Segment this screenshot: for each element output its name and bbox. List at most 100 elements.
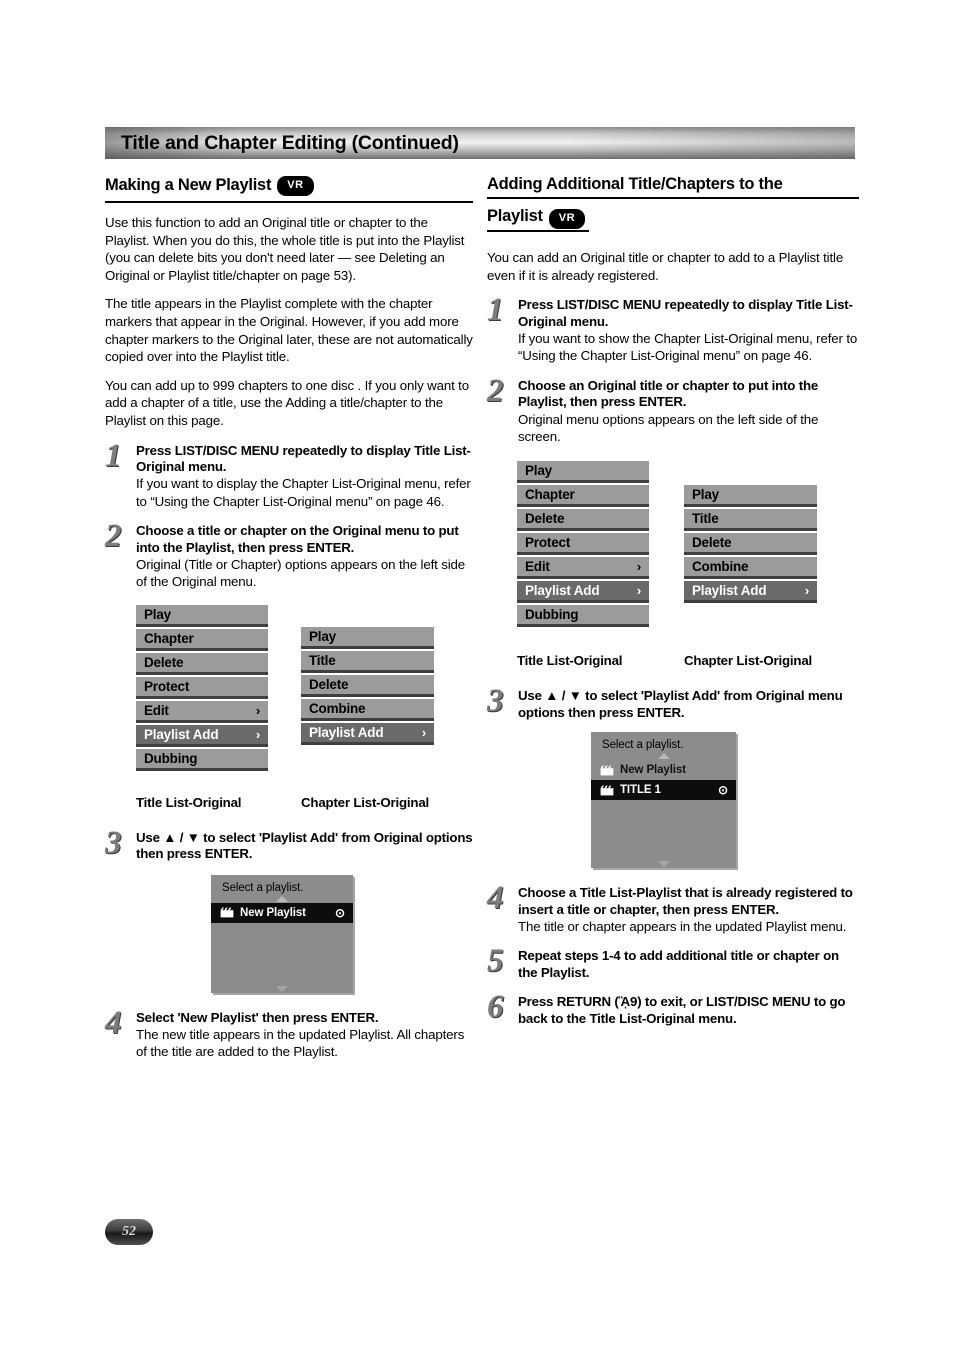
- step-number: 2: [105, 518, 122, 555]
- step-number: 6: [487, 989, 504, 1026]
- right-heading-line-2: Playlist: [487, 207, 543, 225]
- left-step-3: 3 Use ▲ / ▼ to select 'Playlist Add' fro…: [105, 824, 473, 863]
- right-intro-paragraph: You can add an Original title or chapter…: [487, 250, 844, 283]
- menu-item-play[interactable]: Play: [517, 461, 649, 484]
- vr-badge: VR: [277, 176, 314, 196]
- menu-item-playlist-add[interactable]: Playlist Add ›: [136, 724, 268, 747]
- left-heading-text: Making a New Playlist: [105, 176, 272, 194]
- menu-item-title[interactable]: Title: [301, 650, 434, 673]
- step-number: 5: [487, 943, 504, 980]
- menu-item-delete[interactable]: Delete: [301, 674, 434, 697]
- scroll-up-arrow-icon[interactable]: [657, 753, 670, 760]
- page-title: Title and Chapter Editing (Continued): [121, 131, 459, 154]
- step-number: 3: [487, 683, 504, 720]
- menu-item-protect[interactable]: Protect: [517, 533, 649, 556]
- right-chapter-list-original-menu[interactable]: Play Title Delete Combine Playlist Add ›: [684, 485, 817, 605]
- menu-item-label: Title: [309, 652, 336, 668]
- menu-item-label: Delete: [692, 535, 732, 551]
- menu-item-combine[interactable]: Combine: [301, 698, 434, 721]
- menu-item-chapter[interactable]: Chapter: [517, 485, 649, 508]
- scroll-down-arrow-icon[interactable]: [276, 985, 288, 992]
- right-step-5: 5 Repeat steps 1-4 to add additional tit…: [487, 943, 859, 981]
- playlist-row-new-playlist[interactable]: New Playlist ⊙: [211, 902, 353, 923]
- vr-badge: VR: [548, 209, 586, 229]
- menu-item-label: Dubbing: [144, 750, 198, 766]
- menu-item-delete[interactable]: Delete: [136, 652, 268, 675]
- left-title-menu-caption: Title List-Original: [136, 794, 242, 810]
- menu-item-dubbing[interactable]: Dubbing: [136, 748, 268, 771]
- menu-item-label: Combine: [692, 559, 749, 575]
- manual-page: Title and Chapter Editing (Continued) Ma…: [0, 0, 954, 1351]
- right-column: Adding Additional Title/Chapters to the …: [487, 172, 859, 1027]
- step-heading: Use ▲ / ▼ to select 'Playlist Add' from …: [518, 688, 843, 720]
- step-number: 3: [105, 824, 122, 861]
- submenu-arrow-icon: ›: [255, 702, 260, 718]
- menu-item-delete[interactable]: Delete: [517, 509, 649, 532]
- playlist-row-new-playlist[interactable]: New Playlist: [591, 760, 736, 780]
- step-number: 4: [487, 880, 504, 917]
- select-playlist-dialog[interactable]: Select a playlist. New Playlist TITLE 1 …: [591, 732, 736, 869]
- left-title-list-original-menu[interactable]: Play Chapter Delete Protect Edit › Playl…: [136, 604, 268, 773]
- left-chapter-list-original-menu[interactable]: Play Title Delete Combine Playlist Add ›: [301, 626, 434, 747]
- menu-item-playlist-add[interactable]: Playlist Add ›: [301, 722, 434, 745]
- page-banner: Title and Chapter Editing (Continued): [105, 127, 855, 159]
- step-detail: If you want to display the Chapter List-…: [136, 476, 471, 509]
- right-step-4: 4 Choose a Title List-Playlist that is a…: [487, 880, 859, 935]
- submenu-arrow-icon: ›: [636, 583, 641, 599]
- left-intro-paragraph-2: The title appears in the Playlist comple…: [105, 296, 473, 365]
- step-heading: Choose a Title List-Playlist that is alr…: [518, 885, 853, 917]
- menu-item-label: Protect: [144, 678, 190, 694]
- dialog-empty-area: [591, 800, 736, 859]
- menu-item-label: Edit: [525, 559, 550, 575]
- menu-item-combine[interactable]: Combine: [684, 557, 817, 580]
- scroll-up-arrow-icon[interactable]: [276, 895, 288, 902]
- dialog-title: Select a playlist.: [222, 881, 304, 894]
- menu-item-edit[interactable]: Edit ›: [136, 700, 268, 723]
- step-heading: Press RETURN (ᾋ9) to exit, or LIST/DISC …: [518, 994, 846, 1026]
- menu-item-label: Title: [692, 511, 719, 527]
- menu-item-label: Play: [309, 628, 336, 644]
- submenu-arrow-icon: ›: [421, 724, 426, 740]
- record-dot-icon: ⊙: [335, 905, 345, 920]
- menu-item-label: Delete: [144, 654, 184, 670]
- select-playlist-dialog[interactable]: Select a playlist. New Playlist ⊙: [211, 874, 353, 993]
- dialog-title: Select a playlist.: [602, 739, 684, 752]
- playlist-row-label: TITLE 1: [620, 784, 661, 797]
- right-osd-menu-group: Play Chapter Delete Protect Edit › Playl…: [487, 461, 859, 675]
- scroll-down-arrow-icon[interactable]: [657, 861, 670, 868]
- step-heading: Select 'New Playlist' then press ENTER.: [136, 1009, 379, 1025]
- submenu-arrow-icon: ›: [804, 583, 809, 599]
- step-heading: Choose a title or chapter on the Origina…: [136, 523, 459, 555]
- right-step-1: 1 Press LIST/DISC MENU repeatedly to dis…: [487, 292, 859, 365]
- playlist-row-title-1[interactable]: TITLE 1 ⊙: [591, 780, 736, 801]
- left-picker-wrap: Select a playlist. New Playlist ⊙: [105, 874, 473, 997]
- record-dot-icon: ⊙: [718, 783, 728, 798]
- right-title-list-original-menu[interactable]: Play Chapter Delete Protect Edit › Playl…: [517, 461, 649, 629]
- step-number: 1: [487, 292, 504, 329]
- step-heading: Press LIST/DISC MENU repeatedly to displ…: [518, 297, 853, 329]
- right-section-heading: Adding Additional Title/Chapters to the …: [487, 172, 859, 232]
- page-number-badge: 52: [105, 1219, 153, 1245]
- menu-item-label: Chapter: [525, 487, 575, 503]
- step-heading: Use ▲ / ▼ to select 'Playlist Add' from …: [136, 829, 473, 862]
- menu-item-dubbing[interactable]: Dubbing: [517, 605, 649, 628]
- left-intro-paragraph-1: Use this function to add an Original tit…: [105, 215, 465, 283]
- menu-item-protect[interactable]: Protect: [136, 676, 268, 699]
- menu-item-label: Playlist Add: [144, 726, 219, 742]
- right-title-menu-caption: Title List-Original: [517, 653, 623, 669]
- menu-item-title[interactable]: Title: [684, 509, 817, 532]
- menu-item-label: Dubbing: [525, 607, 579, 623]
- menu-item-play[interactable]: Play: [684, 485, 817, 508]
- menu-item-delete[interactable]: Delete: [684, 533, 817, 556]
- menu-item-chapter[interactable]: Chapter: [136, 628, 268, 651]
- menu-item-playlist-add[interactable]: Playlist Add ›: [684, 581, 817, 604]
- menu-item-label: Protect: [525, 535, 571, 551]
- menu-item-playlist-add[interactable]: Playlist Add ›: [517, 581, 649, 604]
- menu-item-play[interactable]: Play: [136, 604, 268, 627]
- menu-item-play[interactable]: Play: [301, 626, 434, 649]
- left-step-1: 1 Press LIST/DISC MENU repeatedly to dis…: [105, 439, 473, 511]
- right-heading-line-1: Adding Additional Title/Chapters to the: [487, 172, 859, 199]
- menu-item-edit[interactable]: Edit ›: [517, 557, 649, 580]
- menu-item-label: Chapter: [144, 630, 194, 646]
- clapper-icon: [220, 907, 234, 918]
